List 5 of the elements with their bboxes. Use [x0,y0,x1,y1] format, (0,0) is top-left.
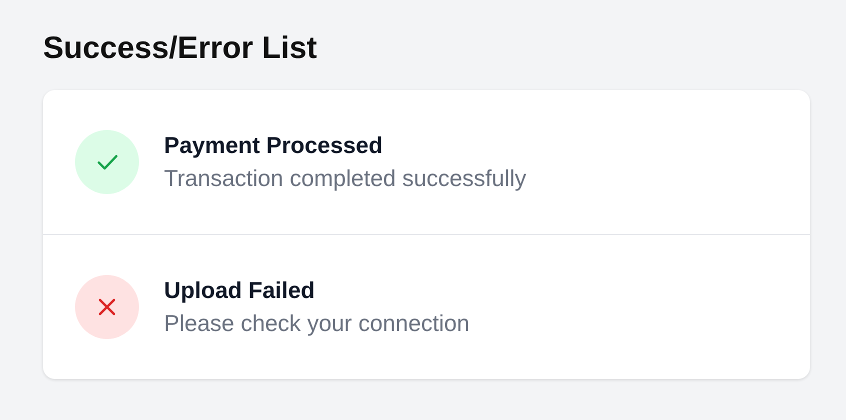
item-title: Upload Failed [164,277,316,304]
item-title: Payment Processed [164,132,384,159]
item-message: Transaction completed successfully [164,165,526,192]
item-message: Please check your connection [164,310,470,337]
page-title: Success/Error List [43,29,318,67]
